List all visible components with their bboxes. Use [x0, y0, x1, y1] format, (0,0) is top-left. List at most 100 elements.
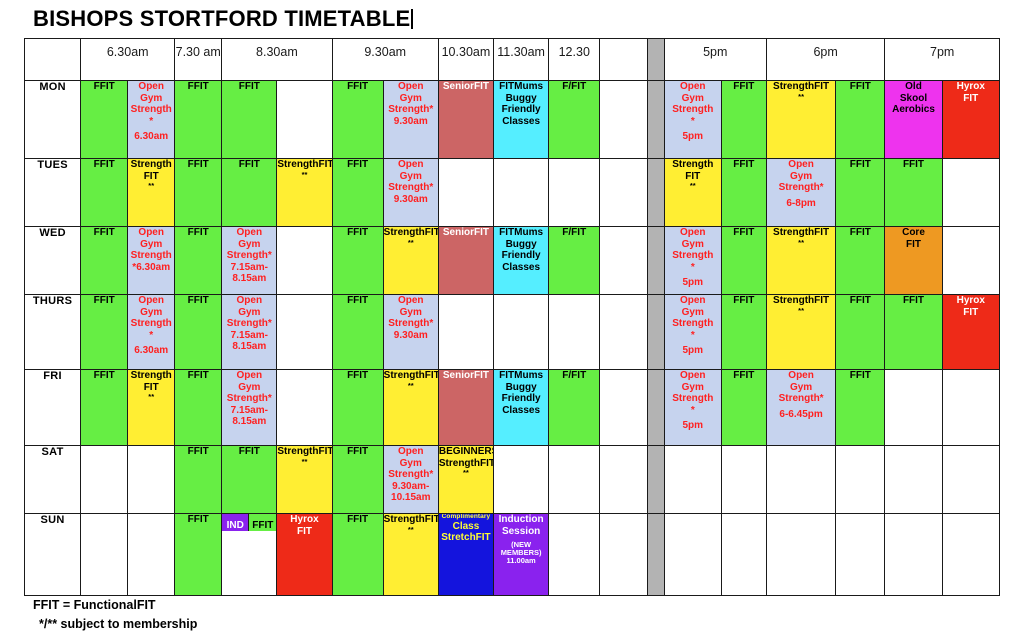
timetable-cell[interactable]: Open Gym Strength* 9.30am: [382, 294, 439, 370]
class-label-line: StrengthFIT: [773, 227, 830, 239]
timetable-cell[interactable]: StrengthFIT**: [127, 369, 176, 446]
timetable-cell[interactable]: FFIT: [331, 369, 384, 446]
timetable-cell[interactable]: FFIT: [835, 369, 886, 446]
timetable-cell[interactable]: FFIT: [80, 294, 129, 370]
class-label-line: 5pm: [682, 420, 704, 432]
timetable-cell[interactable]: StrengthFIT**: [765, 226, 837, 295]
timetable-cell[interactable]: FFIT: [174, 226, 223, 295]
day-label-sun: SUN: [23, 513, 82, 596]
timetable-cell[interactable]: Open Gym Strength *6.30am: [127, 226, 176, 295]
timetable-cell[interactable]: FFIT: [331, 445, 384, 514]
timetable-cell[interactable]: StrengthFIT**: [382, 513, 439, 596]
timetable-cell-empty: [599, 226, 649, 295]
timetable-cell[interactable]: F/FIT: [548, 369, 601, 446]
class-label-line: FITMums: [499, 227, 544, 239]
timetable-cell[interactable]: Hyrox FIT: [941, 80, 1001, 159]
timetable-cell[interactable]: FFIT: [331, 513, 384, 596]
class-label-line: FFIT: [93, 295, 115, 307]
timetable-cell[interactable]: FFIT: [720, 226, 767, 295]
timetable-cell[interactable]: FFIT: [720, 369, 767, 446]
timetable-cell[interactable]: Hyrox FIT: [276, 513, 333, 596]
timetable-cell-split[interactable]: IND FFIT: [221, 513, 278, 596]
timetable-cell[interactable]: Open Gym Strength * 5pm: [663, 226, 722, 295]
timetable-cell[interactable]: StrengthFIT**: [663, 158, 722, 227]
timetable-cell[interactable]: FFIT: [174, 158, 223, 227]
timetable-cell[interactable]: FFIT: [331, 226, 384, 295]
timetable-cell[interactable]: Core FIT: [884, 226, 943, 295]
timetable-cell[interactable]: Open Gym Strength * 6.30am: [127, 294, 176, 370]
timetable-cell[interactable]: Open Gym Strength* 6-8pm: [765, 158, 837, 227]
timetable-cell[interactable]: F/FIT: [548, 226, 601, 295]
timetable-cell[interactable]: FFIT: [80, 80, 129, 159]
header-time-label: 6pm: [813, 45, 838, 59]
timetable-cell[interactable]: FITMums Buggy Friendly Classes: [493, 226, 550, 295]
timetable-cell[interactable]: Induction Session (NEW MEMBERS) 11.00am: [493, 513, 550, 596]
timetable-cell[interactable]: FFIT: [80, 158, 129, 227]
timetable-cell[interactable]: FFIT: [221, 158, 278, 227]
timetable-cell[interactable]: FFIT: [174, 445, 223, 514]
timetable-cell[interactable]: Hyrox FIT: [941, 294, 1001, 370]
timetable-cell[interactable]: FFIT: [720, 158, 767, 227]
timetable-cell[interactable]: FFIT: [720, 294, 767, 370]
timetable-cell[interactable]: FFIT: [331, 294, 384, 370]
timetable-cell[interactable]: F/FIT: [548, 80, 601, 159]
class-label-line: Hyrox: [290, 514, 319, 526]
timetable-cell[interactable]: Open Gym Strength* 9.30am- 10.15am: [382, 445, 439, 514]
timetable-cell[interactable]: FITMums Buggy Friendly Classes: [493, 369, 550, 446]
timetable-cell[interactable]: StrengthFIT**: [765, 80, 837, 159]
timetable-cell[interactable]: FFIT: [835, 80, 886, 159]
timetable-cell[interactable]: FFIT: [835, 226, 886, 295]
timetable-cell[interactable]: FFIT: [331, 158, 384, 227]
timetable-cell[interactable]: SeniorFIT: [437, 80, 495, 159]
timetable-cell[interactable]: FFIT: [720, 80, 767, 159]
timetable-cell[interactable]: StrengthFIT**: [127, 158, 176, 227]
timetable-cell[interactable]: FFIT: [80, 369, 129, 446]
timetable-cell-half-left[interactable]: IND: [222, 514, 250, 531]
timetable-cell[interactable]: StrengthFIT**: [382, 369, 439, 446]
timetable-cell[interactable]: Open Gym Strength * 5pm: [663, 80, 722, 159]
timetable-cell[interactable]: FFIT: [835, 158, 886, 227]
class-label-line: 10.15am: [391, 492, 431, 504]
timetable-cell[interactable]: FFIT: [174, 80, 223, 159]
timetable-cell[interactable]: FFIT: [835, 294, 886, 370]
timetable-cell[interactable]: Open Gym Strength * 5pm: [663, 294, 722, 370]
class-label-line: Gym: [399, 92, 422, 104]
timetable-cell[interactable]: FFIT: [884, 158, 943, 227]
timetable-cell[interactable]: StrengthFIT**: [276, 445, 333, 514]
timetable-cell[interactable]: FFIT: [174, 513, 223, 596]
class-label-line: 9.30am: [393, 329, 428, 341]
timetable-cell[interactable]: Open Gym Strength* 7.15am- 8.15am: [221, 294, 278, 370]
timetable-cell[interactable]: Open Gym Strength* 9.30am: [382, 158, 439, 227]
timetable-cell[interactable]: FFIT: [221, 445, 278, 514]
timetable-cell[interactable]: Open Gym Strength* 7.15am- 8.15am: [221, 369, 278, 446]
timetable-cell[interactable]: Old Skool Aerobics: [884, 80, 943, 159]
timetable-cell[interactable]: SeniorFIT: [437, 226, 495, 295]
timetable-cell[interactable]: Open Gym Strength* 7.15am- 8.15am: [221, 226, 278, 295]
class-label-line: FITMums: [499, 370, 544, 382]
class-label-line: StrengthFIT: [773, 81, 830, 93]
timetable-cell[interactable]: StrengthFIT**: [276, 158, 333, 227]
timetable-cell[interactable]: StrengthFIT**: [765, 294, 837, 370]
timetable-cell[interactable]: SeniorFIT: [437, 369, 495, 446]
timetable-cell[interactable]: Open Gym Strength * 6.30am: [127, 80, 176, 159]
timetable-cell[interactable]: Open Gym Strength* 9.30am: [382, 80, 439, 159]
timetable-cell[interactable]: Open Gym Strength * 5pm: [663, 369, 722, 446]
timetable-cell[interactable]: FITMums Buggy Friendly Classes: [493, 80, 550, 159]
timetable-cell-empty: [599, 294, 649, 370]
timetable-cell[interactable]: FFIT: [331, 80, 384, 159]
class-label-line: FFIT: [849, 159, 871, 171]
class-label: FFIT: [252, 520, 274, 531]
timetable-cell[interactable]: BEGINNERS StrengthFIT **: [437, 445, 495, 514]
timetable-cell[interactable]: FFIT: [221, 80, 278, 159]
timetable-cell[interactable]: FFIT: [80, 226, 129, 295]
timetable-cell[interactable]: FFIT: [174, 294, 223, 370]
timetable-cell-half-right[interactable]: FFIT: [249, 514, 276, 531]
timetable-cell-empty: [765, 513, 837, 596]
timetable-cell[interactable]: FFIT: [174, 369, 223, 446]
timetable-cell[interactable]: StrengthFIT**: [382, 226, 439, 295]
timetable-cell[interactable]: Open Gym Strength* 6-6.45pm: [765, 369, 837, 446]
timetable-cell[interactable]: FFIT: [884, 294, 943, 370]
timetable-cell[interactable]: Complimentary Class StretchFIT: [437, 513, 495, 596]
class-label-line: Buggy: [505, 238, 537, 250]
class-label-line: 6-8pm: [786, 197, 816, 209]
